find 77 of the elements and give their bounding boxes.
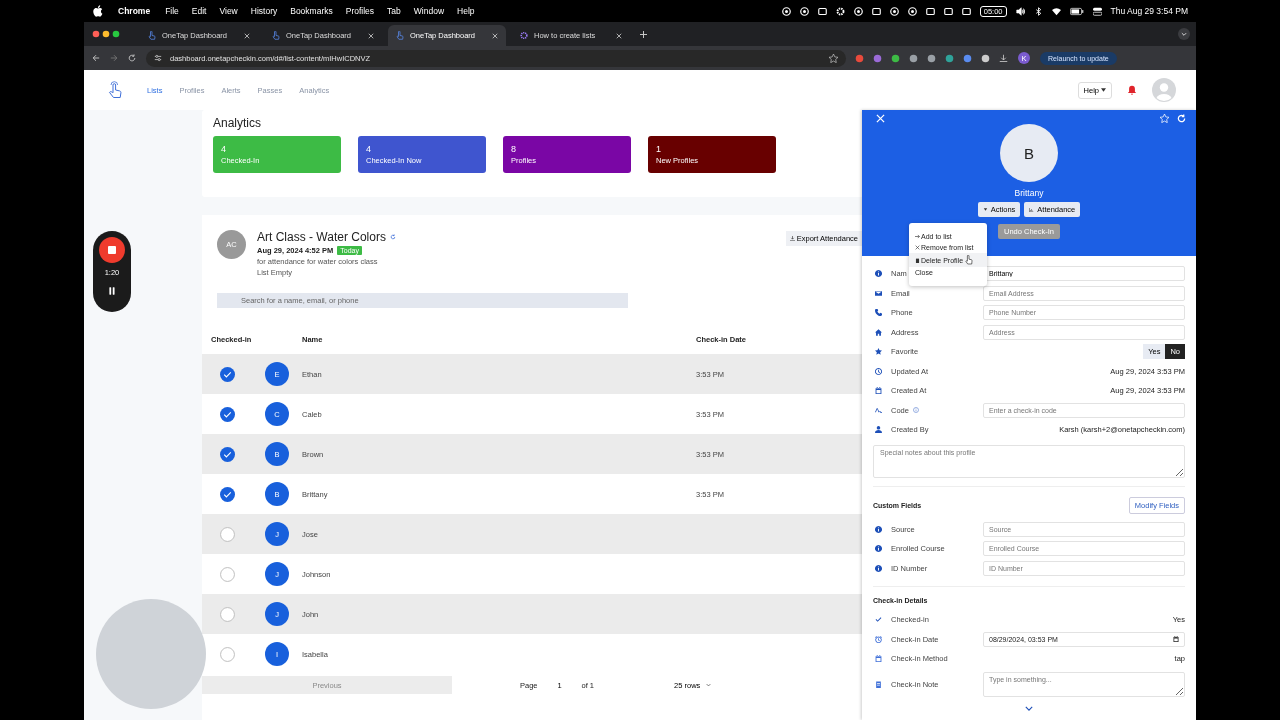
menu-item[interactable]: Tab [387, 6, 401, 16]
menu-item[interactable]: Help [457, 6, 475, 16]
menu-item[interactable]: View [219, 6, 238, 16]
close-icon[interactable] [244, 32, 250, 39]
checkbox[interactable] [219, 606, 235, 622]
info-icon [875, 270, 882, 278]
reload-icon[interactable] [128, 54, 136, 62]
checkbox[interactable] [219, 446, 235, 462]
hand-icon [272, 31, 280, 40]
checkbox[interactable] [219, 566, 235, 582]
checkbox[interactable] [219, 366, 235, 382]
star-icon [875, 348, 882, 356]
hand-icon [148, 31, 156, 40]
menu-item[interactable]: Edit [191, 6, 207, 16]
checkbox[interactable] [219, 406, 235, 422]
info-icon [875, 525, 882, 533]
download-icon [789, 236, 795, 241]
calendar-icon [875, 387, 882, 395]
caret-icon [706, 683, 712, 687]
menu-item[interactable]: File [165, 6, 179, 16]
arrow-icon [915, 234, 920, 239]
checkmark-icon [875, 616, 882, 624]
stop-recording-icon[interactable] [99, 237, 125, 263]
checkbox[interactable] [219, 646, 235, 662]
window-controls-icon[interactable] [92, 30, 122, 38]
close-icon [915, 245, 920, 250]
phone-icon [875, 309, 882, 317]
tab-search-icon[interactable] [1178, 28, 1190, 40]
caret-icon [1101, 88, 1106, 92]
list-title: Art Class - Water Colors [257, 230, 386, 244]
info-icon [875, 545, 882, 553]
hand-icon[interactable] [108, 81, 122, 99]
calendar-icon [875, 655, 882, 663]
star-icon[interactable] [1160, 114, 1169, 123]
apple-logo-icon[interactable] [93, 5, 103, 17]
volume-icon[interactable] [1015, 6, 1025, 16]
house-icon [875, 328, 882, 336]
checkbox[interactable] [219, 486, 235, 502]
close-icon[interactable] [492, 32, 498, 39]
history-icon [875, 367, 882, 375]
bell-icon[interactable] [1127, 85, 1137, 95]
note-icon [875, 681, 882, 688]
battery-icon[interactable] [1069, 6, 1084, 16]
trash-icon [915, 257, 920, 263]
menu-item[interactable]: Window [413, 6, 445, 16]
menu-item[interactable]: Profiles [345, 6, 375, 16]
download-icon[interactable] [999, 53, 1008, 63]
menu-item[interactable]: History [250, 6, 278, 16]
control-center-icon[interactable] [1092, 6, 1102, 16]
wifi-icon[interactable] [1051, 6, 1061, 16]
person-icon [875, 426, 882, 434]
back-icon[interactable] [92, 54, 100, 62]
pause-icon[interactable] [109, 287, 115, 295]
refresh-icon[interactable] [389, 234, 396, 240]
close-icon[interactable] [368, 32, 374, 39]
bar-chart-icon [1029, 207, 1035, 212]
menu-item[interactable]: Bookmarks [290, 6, 333, 16]
signature-icon [875, 406, 882, 414]
alarm-clock-icon [875, 635, 882, 643]
profile-avatar: B [1000, 124, 1058, 182]
calendar-icon[interactable] [1173, 636, 1179, 643]
close-icon[interactable] [616, 32, 622, 39]
section-title: Analytics [213, 116, 263, 130]
app-menu[interactable]: Chrome [118, 6, 151, 16]
new-tab-icon[interactable] [640, 30, 647, 38]
pointer-cursor-icon [965, 255, 974, 265]
chevron-down-icon[interactable] [1025, 705, 1033, 711]
bluetooth-icon[interactable] [1033, 6, 1043, 16]
hand-icon [396, 31, 404, 40]
menu-bar-clock[interactable]: Thu Aug 29 3:54 PM [1110, 6, 1188, 16]
info-icon [875, 564, 882, 572]
checkbox[interactable] [219, 526, 235, 542]
profile-name: Brittany [1014, 188, 1044, 198]
envelope-icon [875, 289, 882, 297]
bookmark-star-icon[interactable] [829, 53, 838, 63]
site-settings-icon[interactable] [154, 54, 162, 62]
caret-icon [982, 207, 988, 212]
